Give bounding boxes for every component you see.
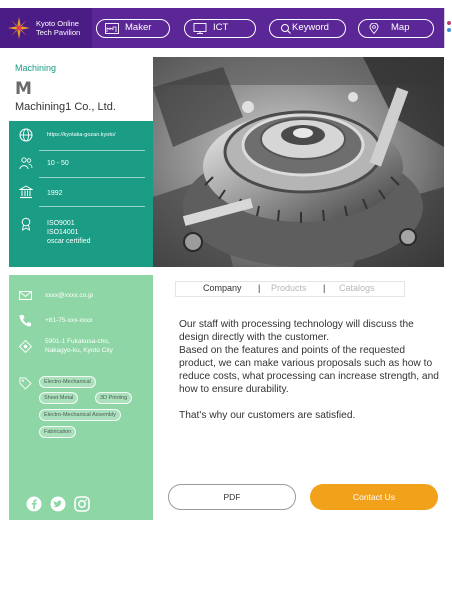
address-line: 5901-1 Fukakusa-cho,: [45, 338, 110, 345]
description-closing: That's why our customers are satisfied.: [179, 410, 356, 421]
map-pin-icon: [369, 23, 379, 34]
twitter-icon[interactable]: [50, 496, 66, 512]
contact-us-button[interactable]: Contact Us: [310, 484, 438, 510]
phone-icon: [19, 315, 31, 327]
company-card: Machining M Machining1 Co., Ltd. https:/…: [9, 57, 153, 267]
address-line: Nakagyo-ku, Kyoto City: [45, 347, 113, 354]
description-paragraph: Our staff with processing technology wil…: [179, 319, 414, 343]
divider: [39, 206, 145, 207]
tag-chip[interactable]: Electro-Mechanical: [39, 376, 96, 388]
tab-separator: |: [323, 283, 326, 293]
language-switch[interactable]: [444, 8, 452, 48]
tab-catalogs[interactable]: Catalogs: [339, 283, 375, 293]
company-category: Machining: [15, 63, 57, 73]
divider: [39, 177, 145, 178]
tag-chip[interactable]: Electro-Mechanical Assembly: [39, 409, 121, 421]
nav-label-map: Map: [391, 22, 410, 33]
company-employees: 10 - 50: [47, 160, 69, 167]
building-icon: [19, 185, 33, 199]
company-description: Our staff with processing technology wil…: [179, 318, 439, 422]
logo-text: Kyoto Online Tech Pavilion: [36, 19, 80, 37]
tag-chip[interactable]: Fabrication: [39, 426, 77, 438]
people-icon: [19, 157, 33, 170]
nav-label-maker: Maker: [125, 22, 152, 33]
contact-card: xxxx@xxxx.co.jp +81-75-xxx-xxxx 5901-1 F…: [9, 275, 153, 520]
company-website[interactable]: https://kyotaka-gozan.kyoto/: [47, 131, 115, 140]
factory-icon: [105, 23, 119, 34]
globe-icon: [19, 128, 33, 142]
contact-phone[interactable]: +81-75-xxx-xxxx: [45, 316, 93, 325]
site-logo[interactable]: Kyoto Online Tech Pavilion: [0, 8, 92, 48]
tab-company[interactable]: Company: [203, 283, 242, 293]
company-certifications: ISO9001 ISO14001 oscar certified: [47, 219, 91, 246]
logo-line-2: Tech Pavilion: [36, 28, 81, 37]
tag-chip[interactable]: 3D Printing: [95, 392, 133, 404]
instagram-icon[interactable]: [74, 496, 90, 512]
contact-address: 5901-1 Fukakusa-cho, Nakagyo-ku, Kyoto C…: [45, 337, 113, 355]
logo-line-1: Kyoto Online: [36, 19, 79, 28]
nav-label-keyword: Keyword: [292, 22, 329, 33]
facebook-icon[interactable]: [26, 496, 42, 512]
tab-products[interactable]: Products: [271, 283, 307, 293]
location-icon: [19, 340, 32, 353]
nav-label-ict: ICT: [213, 22, 229, 33]
certification-item: ISO9001: [47, 220, 75, 227]
company-name: Machining1 Co., Ltd.: [15, 101, 116, 113]
company-card-header: Machining M Machining1 Co., Ltd.: [9, 57, 153, 121]
divider: [39, 150, 145, 151]
company-photo: [153, 57, 444, 267]
page: Kyoto Online Tech Pavilion Maker ICT Key…: [0, 0, 452, 602]
description-paragraph: Based on the features and points of the …: [179, 345, 439, 395]
nav-button-maker[interactable]: Maker: [96, 19, 170, 38]
nav-button-map[interactable]: Map: [358, 19, 434, 38]
mail-icon: [19, 291, 32, 300]
top-nav: Maker ICT Keyword Map: [92, 8, 444, 48]
star-logo-icon: [8, 17, 30, 39]
pdf-button[interactable]: PDF: [168, 484, 296, 510]
award-icon: [21, 217, 31, 231]
company-logo: M: [15, 79, 32, 99]
nav-button-ict[interactable]: ICT: [184, 19, 256, 38]
tag-icon: [19, 377, 32, 390]
content-tabs: Company | Products | Catalogs: [175, 281, 405, 297]
company-founded: 1992: [47, 190, 63, 197]
certification-item: oscar certified: [47, 238, 91, 245]
tab-separator: |: [258, 283, 261, 293]
nav-button-keyword[interactable]: Keyword: [269, 19, 346, 38]
header: Kyoto Online Tech Pavilion Maker ICT Key…: [0, 0, 452, 55]
tag-chip[interactable]: Sheet Metal: [39, 392, 79, 404]
contact-email[interactable]: xxxx@xxxx.co.jp: [45, 291, 93, 300]
machine-photo-image: [153, 57, 444, 267]
certification-item: ISO14001: [47, 229, 79, 236]
monitor-icon: [193, 23, 207, 34]
